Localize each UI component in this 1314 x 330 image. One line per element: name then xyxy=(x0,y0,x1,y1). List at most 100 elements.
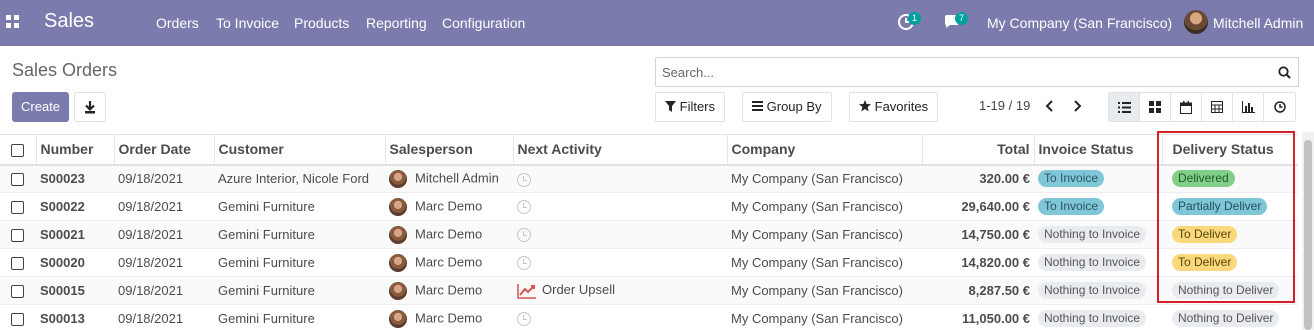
table-row[interactable]: S00020 09/18/2021 Gemini Furniture Marc … xyxy=(0,248,1298,277)
salesperson: Marc Demo xyxy=(415,309,483,325)
apps-menu-icon[interactable] xyxy=(6,15,19,28)
table-row[interactable]: S00023 09/18/2021 Azure Interior, Nicole… xyxy=(0,164,1298,193)
row-checkbox[interactable] xyxy=(11,201,24,215)
table-row[interactable]: S00022 09/18/2021 Gemini Furniture Marc … xyxy=(0,192,1298,221)
row-checkbox[interactable] xyxy=(11,257,24,271)
activity-clock-icon[interactable] xyxy=(517,256,531,271)
search-input[interactable] xyxy=(656,58,1256,86)
header-order-date[interactable]: Order Date xyxy=(113,134,214,166)
salesperson-avatar xyxy=(389,169,407,188)
pager-value[interactable]: 1-19 / 19 xyxy=(979,98,1030,113)
next-activity-cell[interactable] xyxy=(513,220,727,249)
table-row[interactable]: S00013 09/18/2021 Gemini Furniture Marc … xyxy=(0,304,1298,330)
row-checkbox[interactable] xyxy=(11,285,24,299)
menu-orders[interactable]: Orders xyxy=(156,15,199,31)
activity-clock-icon[interactable] xyxy=(517,172,531,187)
header-invoice-status[interactable]: Invoice Status xyxy=(1033,134,1162,166)
select-all-checkbox[interactable] xyxy=(11,144,24,158)
activity-clock-icon[interactable] xyxy=(517,312,531,327)
delivery-status-badge: To Deliver xyxy=(1172,254,1238,271)
pivot-icon xyxy=(1211,101,1223,113)
pivot-view-button[interactable] xyxy=(1202,93,1233,121)
salesperson-avatar xyxy=(389,309,407,328)
page-title: Sales Orders xyxy=(12,60,118,80)
create-button[interactable]: Create xyxy=(12,92,69,122)
company: My Company (San Francisco) xyxy=(727,220,922,249)
order-total: 11,050.00 € xyxy=(922,304,1034,330)
activity-view-button[interactable] xyxy=(1264,93,1295,121)
favorites-button[interactable]: Favorites xyxy=(849,92,939,122)
customer: Azure Interior, Nicole Ford xyxy=(214,164,385,193)
group-by-button[interactable]: Group By xyxy=(742,92,832,122)
company: My Company (San Francisco) xyxy=(727,276,922,305)
app-name[interactable]: Sales xyxy=(44,10,94,33)
order-total: 8,287.50 € xyxy=(922,276,1034,305)
search-icon[interactable] xyxy=(1278,66,1291,79)
invoice-status-badge: To Invoice xyxy=(1038,170,1105,188)
select-all-cell[interactable] xyxy=(0,134,36,166)
header-number[interactable]: Number xyxy=(35,134,114,166)
pager-previous-icon[interactable] xyxy=(1043,99,1057,113)
order-total: 14,820.00 € xyxy=(922,248,1034,277)
delivery-status-badge: Partially Deliver xyxy=(1172,198,1268,215)
calendar-view-button[interactable] xyxy=(1171,93,1202,121)
next-activity-cell[interactable]: Order Upsell xyxy=(513,276,727,305)
top-navbar: Sales Orders To Invoice Products Reporti… xyxy=(0,0,1314,46)
company-switcher[interactable]: My Company (San Francisco) xyxy=(987,15,1172,31)
search-bar[interactable] xyxy=(655,57,1299,87)
salesperson-avatar xyxy=(389,253,407,272)
header-delivery-status[interactable]: Delivery Status xyxy=(1161,134,1298,166)
order-total: 320.00 € xyxy=(922,164,1034,193)
header-customer[interactable]: Customer xyxy=(213,134,385,166)
order-number: S00021 xyxy=(36,220,114,249)
activity-count-badge: 1 xyxy=(908,12,921,25)
group-by-icon xyxy=(752,101,763,111)
download-button[interactable] xyxy=(74,92,106,122)
company: My Company (San Francisco) xyxy=(727,164,922,193)
upsell-trend-icon xyxy=(517,283,536,299)
next-activity-cell[interactable] xyxy=(513,192,727,221)
order-number: S00015 xyxy=(36,276,114,305)
header-next-activity[interactable]: Next Activity xyxy=(512,134,727,166)
order-date: 09/18/2021 xyxy=(114,276,214,305)
kanban-view-button[interactable] xyxy=(1140,93,1171,121)
next-activity-cell[interactable] xyxy=(513,248,727,277)
row-checkbox[interactable] xyxy=(11,313,24,327)
header-company[interactable]: Company xyxy=(726,134,922,166)
customer: Gemini Furniture xyxy=(214,304,385,330)
salesperson: Marc Demo xyxy=(415,281,483,297)
download-icon xyxy=(85,101,95,114)
graph-view-button[interactable] xyxy=(1233,93,1264,121)
activity-clock-icon[interactable] xyxy=(517,200,531,215)
menu-configuration[interactable]: Configuration xyxy=(442,15,525,31)
next-activity-cell[interactable] xyxy=(513,304,727,330)
table-row[interactable]: S00015 09/18/2021 Gemini Furniture Marc … xyxy=(0,276,1298,305)
activity-clock-icon[interactable] xyxy=(517,228,531,243)
delivery-status-badge: Delivered xyxy=(1172,170,1235,188)
salesperson-avatar xyxy=(389,225,407,244)
table-row[interactable]: S00021 09/18/2021 Gemini Furniture Marc … xyxy=(0,220,1298,249)
row-checkbox[interactable] xyxy=(11,173,24,187)
user-menu[interactable]: Mitchell Admin xyxy=(1213,15,1303,31)
next-activity-cell[interactable] xyxy=(513,164,727,193)
list-view-button[interactable] xyxy=(1109,93,1140,121)
order-date: 09/18/2021 xyxy=(114,164,214,193)
row-checkbox[interactable] xyxy=(11,229,24,243)
salesperson-avatar xyxy=(389,281,407,300)
sales-orders-table: Number Order Date Customer Salesperson N… xyxy=(0,134,1298,330)
salesperson-avatar xyxy=(389,197,407,216)
menu-to-invoice[interactable]: To Invoice xyxy=(216,15,279,31)
customer: Gemini Furniture xyxy=(214,220,385,249)
salesperson: Marc Demo xyxy=(415,225,483,241)
customer: Gemini Furniture xyxy=(214,192,385,221)
header-salesperson[interactable]: Salesperson xyxy=(384,134,513,166)
next-activity-label[interactable]: Order Upsell xyxy=(542,282,615,297)
menu-products[interactable]: Products xyxy=(294,15,349,31)
pager-next-icon[interactable] xyxy=(1070,99,1084,113)
order-date: 09/18/2021 xyxy=(114,192,214,221)
user-avatar[interactable] xyxy=(1184,10,1208,34)
filters-button[interactable]: Filters xyxy=(655,92,726,122)
header-total[interactable]: Total xyxy=(921,134,1034,166)
menu-reporting[interactable]: Reporting xyxy=(366,15,427,31)
scrollbar-thumb[interactable] xyxy=(1304,140,1312,330)
